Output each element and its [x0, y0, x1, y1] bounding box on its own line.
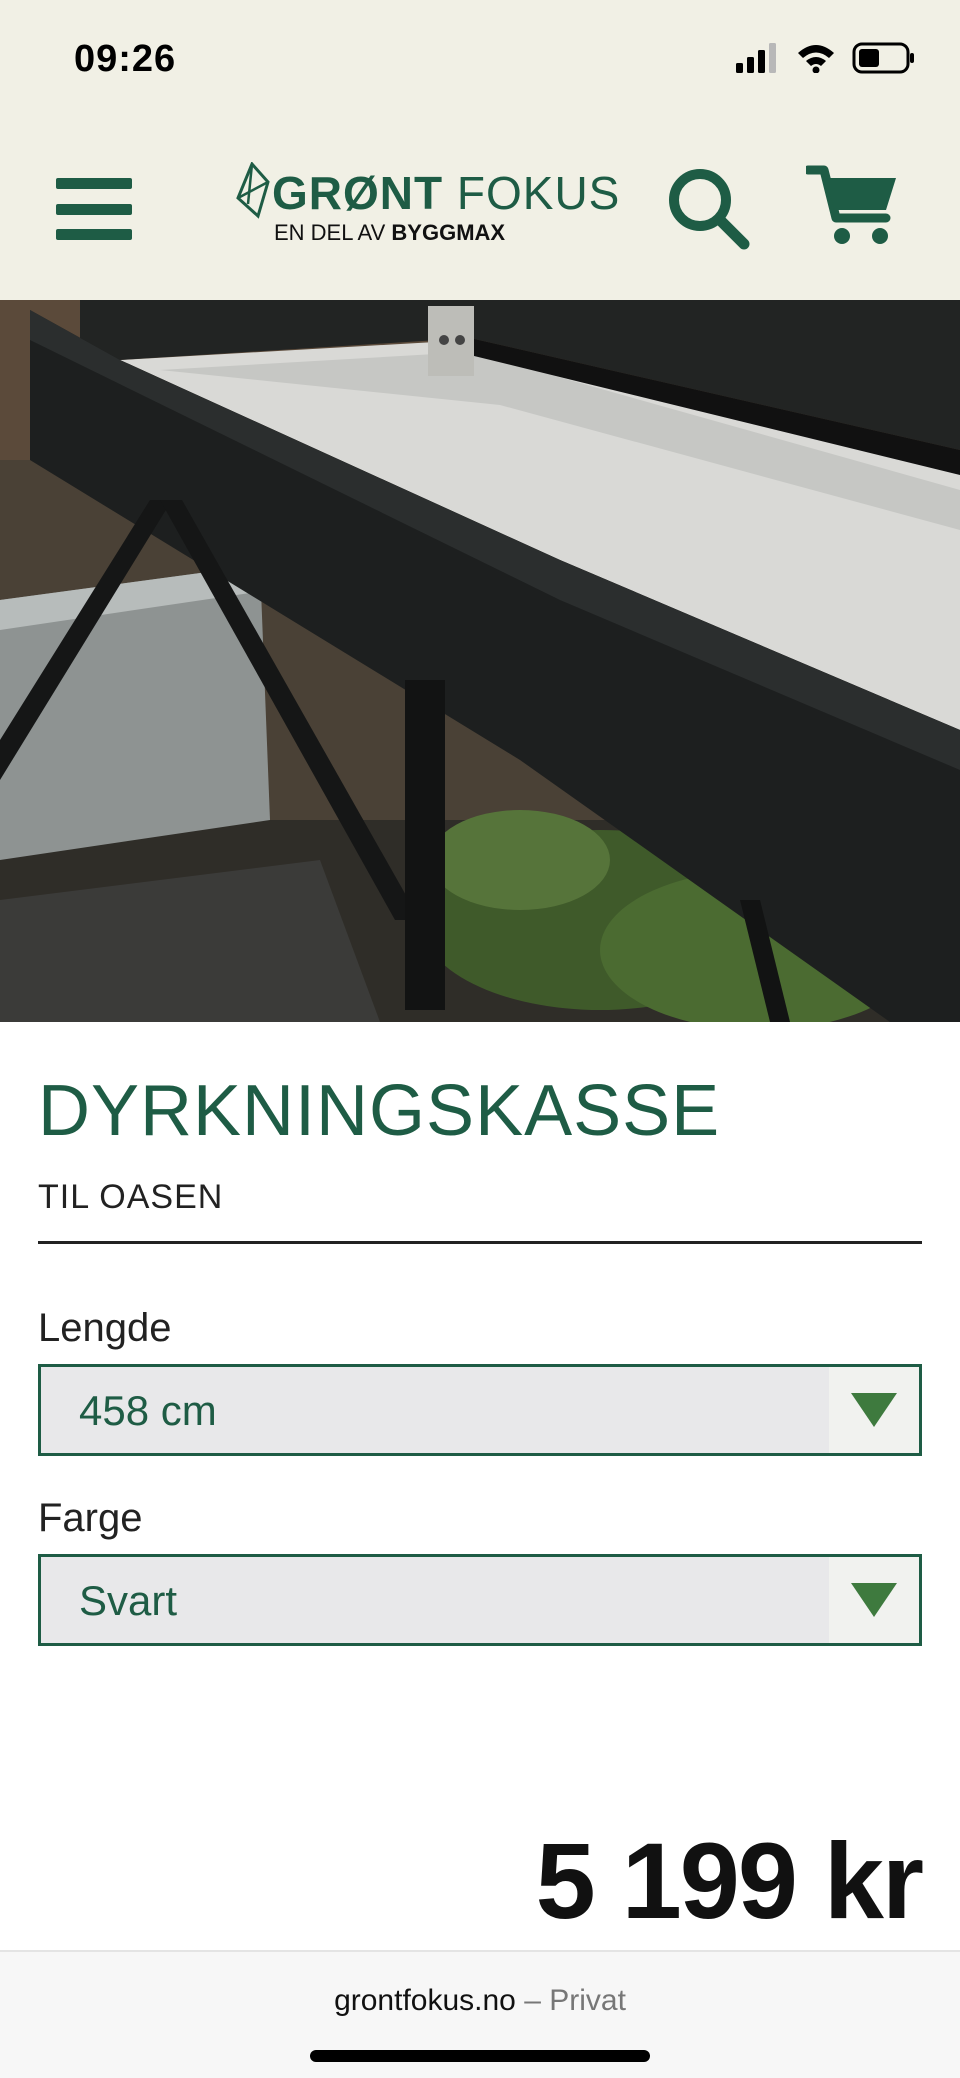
- private-mode-label: Privat: [549, 1984, 626, 2017]
- cart-icon: [803, 165, 896, 244]
- status-bar: 09:26: [0, 0, 960, 120]
- logo-name-bold: GRØNT: [272, 167, 444, 219]
- browser-address-bar[interactable]: grontfokus.no – Privat: [0, 1950, 960, 2078]
- length-select[interactable]: 458 cm: [38, 1364, 922, 1456]
- product-subtitle: TIL OASEN: [38, 1178, 224, 1216]
- url-domain: grontfokus.no: [334, 1984, 516, 2017]
- section-divider: [38, 1241, 922, 1244]
- triangle-down-icon: [851, 1583, 897, 1617]
- color-label: Farge: [38, 1496, 143, 1540]
- length-dropdown-toggle[interactable]: [829, 1367, 919, 1453]
- product-title: DYRKNINGSKASSE: [38, 1071, 721, 1151]
- product-photo-illustration: [0, 300, 960, 1022]
- status-time: 09:26: [74, 38, 177, 80]
- logo-tagline-light: EN DEL AV: [274, 220, 386, 245]
- menu-bar-icon: [56, 178, 132, 189]
- battery-icon: [852, 42, 914, 74]
- logo-name-light: FOKUS: [456, 167, 621, 219]
- status-icons: [736, 42, 916, 74]
- product-price: 5 199 kr: [535, 1820, 924, 1941]
- search-button[interactable]: [666, 166, 750, 250]
- site-logo[interactable]: GRØNT FOKUS EN DEL AV BYGGMAX: [232, 162, 619, 252]
- logo-wordmark: GRØNT FOKUS: [272, 166, 620, 220]
- color-dropdown-toggle[interactable]: [829, 1557, 919, 1643]
- leaf-logo-icon: [236, 162, 270, 219]
- url-display[interactable]: grontfokus.no – Privat: [0, 1984, 960, 2018]
- signal-icon: [736, 43, 776, 73]
- wifi-icon: [798, 45, 834, 73]
- url-separator: –: [524, 1984, 541, 2017]
- logo-tagline: EN DEL AV BYGGMAX: [274, 220, 505, 246]
- length-label: Lengde: [38, 1306, 172, 1350]
- color-select[interactable]: Svart: [38, 1554, 922, 1646]
- home-indicator[interactable]: [310, 2050, 650, 2062]
- length-select-value: 458 cm: [79, 1387, 217, 1434]
- menu-bar-icon: [56, 229, 132, 240]
- menu-bar-icon: [56, 203, 132, 215]
- triangle-down-icon: [851, 1393, 897, 1427]
- color-select-value: Svart: [79, 1577, 178, 1624]
- hamburger-menu-button[interactable]: [56, 178, 132, 240]
- cart-button[interactable]: [803, 164, 898, 250]
- logo-tagline-bold: BYGGMAX: [391, 220, 506, 245]
- site-header: GRØNT FOKUS EN DEL AV BYGGMAX: [0, 120, 960, 300]
- product-image[interactable]: [0, 300, 960, 1022]
- search-icon: [669, 169, 750, 250]
